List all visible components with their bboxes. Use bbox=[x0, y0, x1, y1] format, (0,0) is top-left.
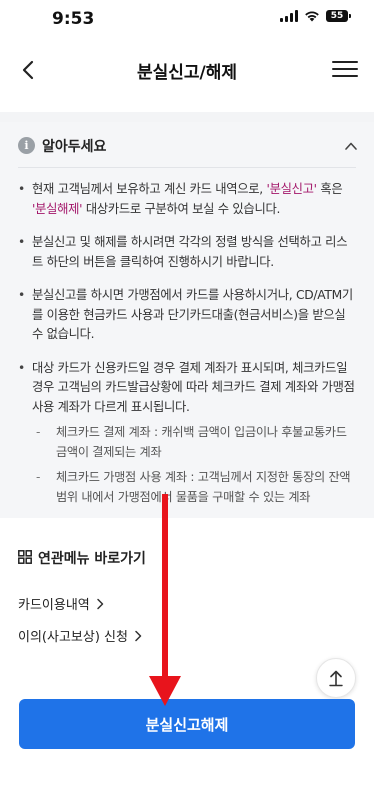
notice-list: 현재 고객님께서 보유하고 계신 카드 내역으로, '분실신고' 혹은 '분실해… bbox=[18, 180, 358, 521]
chevron-right-icon bbox=[97, 598, 104, 609]
notice-header[interactable]: i 알아두세요 bbox=[18, 135, 358, 159]
chevron-right-icon bbox=[135, 630, 142, 641]
chevron-up-icon[interactable] bbox=[344, 139, 358, 153]
highlight-text: '분실신고' bbox=[266, 182, 318, 196]
status-bar: 9:53 55 bbox=[0, 0, 374, 38]
sub-list: 체크카드 결제 계좌 : 캐쉬백 금액이 입금이나 후불교통카드 금액이 결제되… bbox=[32, 423, 358, 507]
notice-item: 대상 카드가 신용카드일 경우 결제 계좌가 표시되며, 체크카드일 경우 고객… bbox=[18, 359, 358, 508]
cancel-loss-report-button[interactable]: 분실신고해제 bbox=[19, 699, 355, 749]
signal-icon bbox=[280, 10, 298, 22]
sub-item: 체크카드 결제 계좌 : 캐쉬백 금액이 입금이나 후불교통카드 금액이 결제되… bbox=[32, 423, 358, 462]
notice-section: i 알아두세요 현재 고객님께서 보유하고 계신 카드 내역으로, '분실신고'… bbox=[0, 122, 374, 518]
menu-button[interactable] bbox=[332, 56, 358, 82]
status-icons: 55 bbox=[280, 10, 351, 22]
notice-item: 분실신고를 하시면 가맹점에서 카드를 사용하시거나, CD/ATM기를 이용한… bbox=[18, 286, 358, 345]
hamburger-menu-icon bbox=[332, 61, 358, 63]
link-dispute-claim[interactable]: 이의(사고보상) 신청 bbox=[18, 626, 142, 645]
scroll-to-top-button[interactable] bbox=[316, 658, 356, 698]
sub-item: 체크카드 가맹점 사용 계좌 : 고객님께서 지정한 통장의 잔액 범위 내에서… bbox=[32, 468, 358, 507]
notice-title: 알아두세요 bbox=[42, 139, 107, 155]
status-time: 9:53 bbox=[52, 9, 95, 29]
grid-icon bbox=[18, 550, 32, 564]
section-divider bbox=[0, 112, 374, 122]
link-card-usage-history[interactable]: 카드이용내역 bbox=[18, 594, 104, 613]
related-menu-section: 연관메뉴 바로가기 카드이용내역 이의(사고보상) 신청 bbox=[0, 518, 374, 800]
notice-item: 분실신고 및 해제를 하시려면 각각의 정렬 방식을 선택하고 리스트 하단의 … bbox=[18, 233, 358, 272]
notice-divider bbox=[18, 167, 356, 168]
notice-item: 현재 고객님께서 보유하고 계신 카드 내역으로, '분실신고' 혹은 '분실해… bbox=[18, 180, 358, 219]
app-header: 분실신고/해제 bbox=[0, 44, 374, 96]
wifi-icon bbox=[305, 11, 319, 22]
related-menu-title: 연관메뉴 바로가기 bbox=[38, 551, 146, 567]
battery-icon: 55 bbox=[326, 10, 351, 22]
arrow-up-icon bbox=[329, 670, 343, 687]
highlight-text: '분실해제' bbox=[32, 201, 83, 216]
info-icon: i bbox=[18, 137, 35, 154]
page-title: 분실신고/해제 bbox=[136, 63, 238, 83]
